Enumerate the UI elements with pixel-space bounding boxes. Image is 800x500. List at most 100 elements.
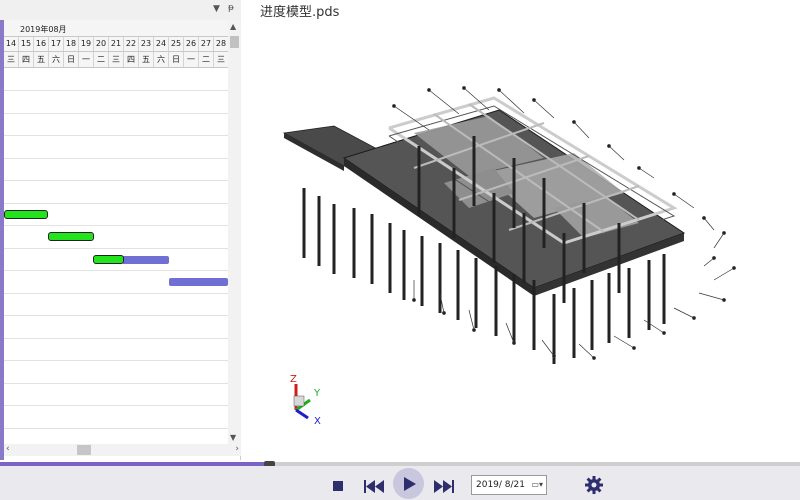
- task-bar-planned[interactable]: [122, 256, 169, 264]
- annotation-leader-line: [573, 121, 590, 139]
- gantt-row-divider: [4, 270, 228, 271]
- weekday-cell: 六: [49, 52, 64, 67]
- current-date-picker[interactable]: 2019/ 8/21 ▭▾: [471, 475, 547, 495]
- day-cell: 15: [19, 37, 34, 51]
- weekday-cell: 五: [34, 52, 49, 67]
- day-cell: 25: [169, 37, 184, 51]
- scroll-left-icon[interactable]: ‹: [6, 444, 10, 454]
- annotation-dot: [532, 98, 536, 102]
- gantt-row-divider: [4, 202, 228, 204]
- axis-x-label: X: [314, 416, 321, 427]
- current-date-value: 2019/ 8/21: [476, 480, 526, 490]
- annotation-dot: [732, 266, 736, 270]
- annotation-dot: [552, 354, 556, 358]
- gantt-row-divider: [4, 315, 228, 316]
- annotation-leader-line: [638, 167, 655, 179]
- gantt-row-divider: [4, 180, 228, 181]
- skip-back-icon[interactable]: [364, 480, 384, 493]
- month-label: 2019年08月: [20, 25, 67, 34]
- day-cell: 28: [214, 37, 229, 51]
- weekday-cell: 日: [64, 52, 79, 67]
- play-button[interactable]: [393, 468, 424, 499]
- skip-forward-icon[interactable]: [434, 480, 454, 493]
- annotation-dot: [722, 298, 726, 302]
- task-bar-done[interactable]: [48, 232, 94, 241]
- annotation-leader-line: [608, 145, 625, 161]
- annotation-leader-line: [713, 232, 725, 249]
- scroll-thumb[interactable]: [230, 36, 239, 48]
- annotation-dot: [692, 316, 696, 320]
- annotation-dot: [632, 346, 636, 350]
- gantt-row-divider: [4, 225, 228, 226]
- day-cell: 19: [79, 37, 94, 51]
- day-cell: 14: [4, 37, 19, 51]
- annotation-dot: [672, 192, 676, 196]
- axis-triad: Z Y X: [290, 374, 321, 427]
- scroll-right-icon[interactable]: ›: [235, 444, 239, 454]
- annotation-dot: [662, 331, 666, 335]
- day-cell: 16: [34, 37, 49, 51]
- annotation-dot: [722, 231, 726, 235]
- annotation-dot: [472, 328, 476, 332]
- stop-icon[interactable]: [333, 481, 344, 492]
- task-bar-planned[interactable]: [169, 278, 228, 286]
- scroll-up-icon[interactable]: ▲: [230, 22, 236, 31]
- gantt-row-divider: [4, 135, 228, 136]
- day-cell: 21: [109, 37, 124, 51]
- day-cell: 20: [94, 37, 109, 51]
- gantt-row-divider: [4, 427, 228, 429]
- day-cell: 26: [184, 37, 199, 51]
- annotation-dot: [427, 88, 431, 92]
- annotation-leader-line: [698, 292, 725, 301]
- task-bar-done[interactable]: [4, 210, 48, 219]
- annotation-dot: [637, 166, 641, 170]
- annotation-leader-line: [643, 319, 665, 334]
- gantt-horizontal-scrollbar[interactable]: ‹ ›: [4, 444, 241, 456]
- gantt-row-divider: [4, 292, 228, 294]
- annotation-dot: [592, 356, 596, 360]
- annotation-dot: [607, 144, 611, 148]
- scroll-thumb[interactable]: [77, 445, 91, 455]
- annotation-dot: [412, 298, 416, 302]
- weekday-cell: 三: [109, 52, 124, 67]
- day-cell: 27: [199, 37, 214, 51]
- weekday-cell: 五: [139, 52, 154, 67]
- playback-toolbar: 2019/ 8/21 ▭▾: [0, 466, 800, 500]
- weekday-cell: 四: [124, 52, 139, 67]
- weekday-cell: 二: [94, 52, 109, 67]
- calendar-icon[interactable]: ▭▾: [531, 476, 543, 494]
- pin-icon[interactable]: ᵽ: [228, 3, 234, 13]
- gantt-vertical-scrollbar[interactable]: ▲ ▼: [228, 20, 241, 444]
- gantt-row-divider: [4, 112, 228, 114]
- scroll-down-icon[interactable]: ▼: [230, 433, 236, 442]
- annotation-dot: [702, 216, 706, 220]
- annotation-leader-line: [533, 99, 555, 119]
- play-icon: [404, 477, 416, 491]
- annotation-dot: [712, 256, 716, 260]
- annotation-dot: [462, 86, 466, 90]
- annotation-leader-line: [541, 339, 555, 357]
- task-bar-done[interactable]: [93, 255, 124, 264]
- gantt-row-divider: [4, 405, 228, 406]
- day-cell: 17: [49, 37, 64, 51]
- day-cell: 23: [139, 37, 154, 51]
- gantt-row-divider: [4, 382, 228, 384]
- dropdown-icon[interactable]: ▼: [213, 4, 220, 14]
- annotation-dot: [497, 88, 501, 92]
- weekday-cell: 六: [154, 52, 169, 67]
- annotation-dot: [442, 311, 446, 315]
- annotation-leader-line: [673, 307, 695, 319]
- weekday-cell: 三: [4, 52, 19, 67]
- gantt-row-divider: [4, 337, 228, 339]
- annotation-dot: [572, 120, 576, 124]
- weekday-cell: 三: [214, 52, 229, 67]
- annotation-leader-line: [713, 267, 735, 281]
- weekday-cell: 日: [169, 52, 184, 67]
- annotation-leader-line: [613, 335, 635, 349]
- gantt-row-divider: [4, 247, 228, 249]
- weekday-cell: 一: [184, 52, 199, 67]
- axis-y-label: Y: [313, 388, 321, 399]
- gear-icon[interactable]: [585, 476, 603, 494]
- annotation-leader-line: [673, 193, 695, 209]
- model-3d-viewport[interactable]: Z Y X: [244, 18, 800, 460]
